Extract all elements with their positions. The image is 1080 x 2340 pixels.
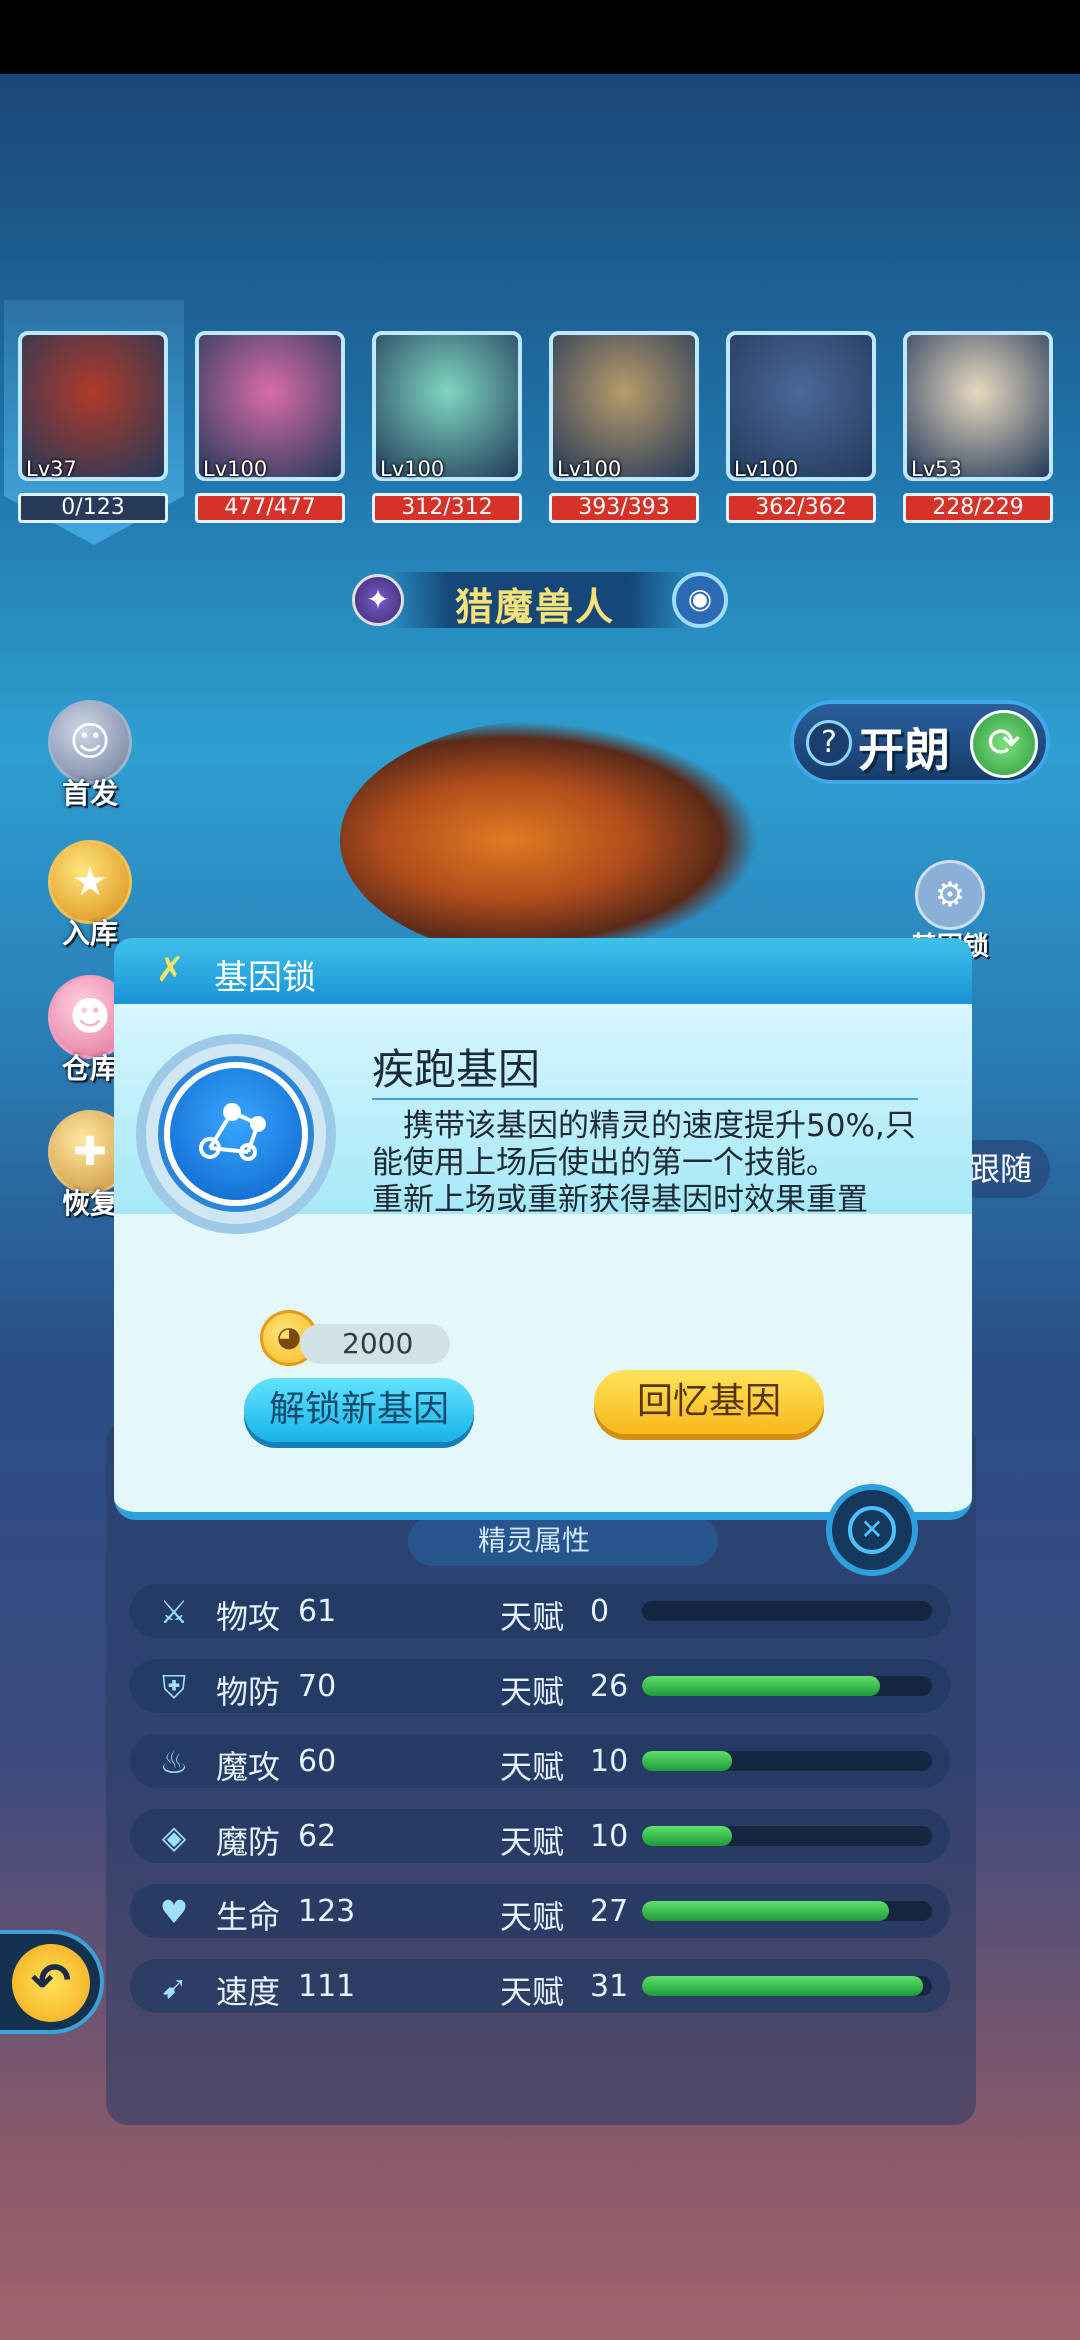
unlock-gene-button[interactable]: 解锁新基因 [244, 1378, 474, 1442]
close-button[interactable]: ✕ [826, 1484, 918, 1576]
recall-gene-button[interactable]: 回忆基因 [594, 1370, 824, 1434]
dialog-title: 基因锁 [214, 958, 316, 998]
gene-name: 疾跑基因 [372, 1045, 541, 1094]
gene-description: 携带该基因的精灵的速度提升50%,只能使用上场后使出的第一个技能。 重新上场或重… [372, 1108, 916, 1212]
sprint-gene-icon [164, 1062, 308, 1206]
gene-lock-dialog: ✗ 基因锁 疾跑基因 携带该基因的精灵的速度提升50%,只能使用上场后使出的第一… [114, 938, 972, 1520]
gene-lock-logo-icon: ✗ [156, 950, 185, 990]
dialog-action-area [114, 1214, 972, 1520]
dialog-header: ✗ 基因锁 [114, 938, 972, 1004]
unlock-cost: 2000 [300, 1324, 450, 1364]
gene-divider [372, 1098, 918, 1100]
status-bar [0, 0, 1080, 74]
close-icon: ✕ [848, 1506, 896, 1554]
